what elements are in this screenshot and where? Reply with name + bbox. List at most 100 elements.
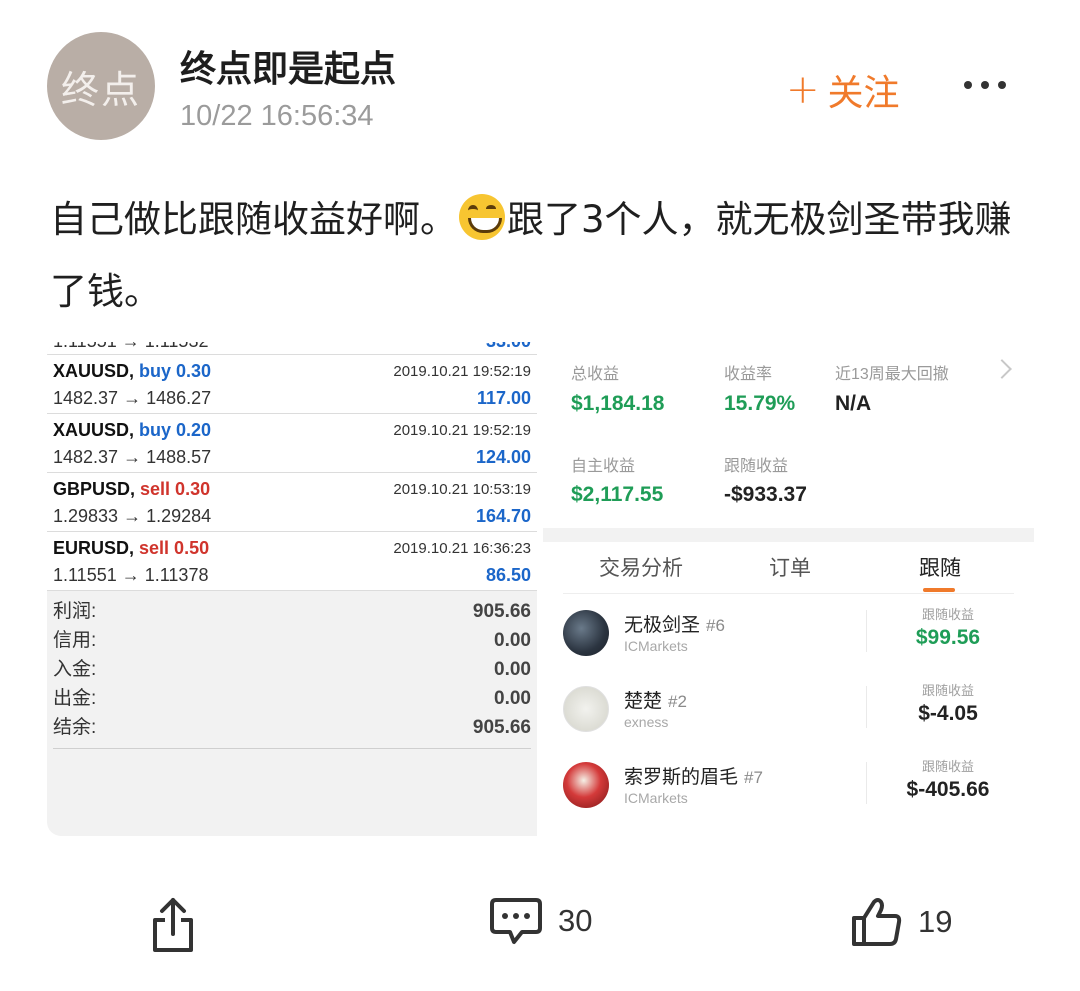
trader-name: 楚楚 <box>624 691 663 712</box>
tab-follow[interactable]: 跟随 <box>919 552 961 582</box>
trade-row: GBPUSD, sell 0.30 2019.10.21 10:53:19 1.… <box>47 473 537 532</box>
trade-time: 2019.10.21 19:52:19 <box>393 422 531 439</box>
trade-prices: 1.11551 → 1.11378 <box>53 565 209 585</box>
trade-row: XAUUSD, buy 0.30 2019.10.21 19:52:19 148… <box>47 355 537 414</box>
grinning-face-icon <box>459 194 505 240</box>
trade-prices: 1.29833 → 1.29284 <box>53 506 212 526</box>
share-button[interactable] <box>150 896 196 954</box>
plus-icon: + <box>786 67 820 113</box>
post-text: 自己做比跟随收益好啊。 跟了3个人，就无极剑圣带我赚了钱。 <box>50 184 1040 328</box>
summary-label: 出金: <box>53 688 97 709</box>
trade-row: EURUSD, sell 0.50 2019.10.21 16:36:23 1.… <box>47 532 537 591</box>
return-rate-value: 15.79% <box>724 392 796 415</box>
trader-profit-label: 跟随收益 <box>921 683 974 698</box>
username[interactable]: 终点即是起点 <box>180 40 396 92</box>
total-profit-value: $1,184.18 <box>571 392 665 415</box>
self-profit-label: 自主收益 <box>571 458 636 475</box>
trader-broker: ICMarkets <box>624 638 688 654</box>
follow-profit-label: 跟随收益 <box>724 458 789 475</box>
trade-history-image[interactable]: 1.11551 → 1.11532 33.00 XAUUSD, buy 0.30… <box>47 342 537 836</box>
post-timestamp: 10/22 16:56:34 <box>180 100 374 132</box>
divider <box>866 686 867 728</box>
max-drawdown-label: 近13周最大回撤 <box>835 366 949 383</box>
trade-list: 1.11551 → 1.11532 33.00 XAUUSD, buy 0.30… <box>47 342 537 591</box>
summary-value: 0.00 <box>494 688 531 709</box>
summary-value: 0.00 <box>494 659 531 680</box>
post-text-part1: 自己做比跟随收益好啊。 <box>50 198 457 241</box>
trade-profit: 164.70 <box>475 506 531 526</box>
divider <box>866 762 867 804</box>
summary-row: 信用: 0.00 <box>53 626 531 655</box>
follow-label: 关注 <box>827 73 900 114</box>
trader-name: 无极剑圣 <box>624 615 701 636</box>
trader-profit-label: 跟随收益 <box>921 759 974 774</box>
summary-label: 结余: <box>53 717 97 738</box>
more-options-icon[interactable] <box>964 70 1006 100</box>
trade-profit: 117.00 <box>476 388 531 408</box>
trade-prices: 1482.37 → 1486.27 <box>53 388 212 408</box>
trade-symbol: GBPUSD, <box>53 479 136 499</box>
trade-time: 2019.10.21 19:52:19 <box>393 363 531 380</box>
divider <box>866 610 867 652</box>
max-drawdown-value: N/A <box>835 392 872 415</box>
trader-profit-value: $-405.66 <box>906 778 990 801</box>
comment-button[interactable]: 30 <box>488 896 592 946</box>
summary-value: 0.00 <box>494 630 531 651</box>
summary-label: 入金: <box>53 659 97 680</box>
followed-trader-item[interactable]: 楚楚 #2 exness 跟随收益 $-4.05 <box>543 683 1034 762</box>
trade-profit: 33.00 <box>486 342 531 352</box>
comment-icon <box>490 898 542 944</box>
summary-label: 利润: <box>53 601 97 622</box>
followed-trader-item[interactable]: 索罗斯的眉毛 #7 ICMarkets 跟随收益 $-405.66 <box>543 759 1034 836</box>
trade-profit: 86.50 <box>485 565 531 585</box>
total-profit-label: 总收益 <box>571 366 620 383</box>
thumbs-up-icon <box>852 898 902 946</box>
trade-side: buy 0.20 <box>139 420 212 440</box>
trader-name: 索罗斯的眉毛 <box>624 767 739 788</box>
trader-rank: #7 <box>744 768 763 787</box>
trade-symbol: EURUSD, <box>53 538 135 558</box>
trader-avatar <box>563 610 609 656</box>
like-button[interactable]: 19 <box>850 896 952 948</box>
trade-prices: 1.11551 → 1.11532 <box>53 342 208 352</box>
trade-prices: 1482.37 → 1488.57 <box>53 447 212 467</box>
trader-avatar <box>563 686 609 732</box>
follow-stats-image[interactable]: 总收益 $1,184.18 收益率 15.79% 近13周最大回撤 N/A 自主… <box>543 342 1034 836</box>
summary-value: 905.66 <box>472 601 531 622</box>
trader-broker: exness <box>624 714 669 730</box>
trader-rank: #6 <box>706 616 725 635</box>
divider <box>53 748 531 749</box>
chevron-right-icon[interactable] <box>992 359 1012 379</box>
followed-trader-item[interactable]: 无极剑圣 #6 ICMarkets 跟随收益 $99.56 <box>543 607 1034 686</box>
follow-button[interactable]: + 关注 <box>786 64 900 116</box>
return-rate-label: 收益率 <box>724 366 773 383</box>
avatar[interactable]: 终点 <box>47 32 155 140</box>
trader-profit-label: 跟随收益 <box>921 607 974 622</box>
trader-avatar <box>563 762 609 808</box>
trade-symbol: XAUUSD, <box>53 361 135 381</box>
account-summary: 利润: 905.66 信用: 0.00 入金: 0.00 出金: 0.00 结余: 905… <box>47 591 537 749</box>
tab-orders[interactable]: 订单 <box>769 552 811 582</box>
trader-rank: #2 <box>668 692 687 711</box>
trader-profit-value: $-4.05 <box>918 702 978 725</box>
summary-value: 905.66 <box>472 717 531 738</box>
tab-underline <box>563 593 1014 594</box>
like-count: 19 <box>918 904 953 939</box>
active-tab-indicator <box>923 588 955 592</box>
trader-broker: ICMarkets <box>624 790 688 806</box>
summary-row: 利润: 905.66 <box>53 597 531 626</box>
trade-time: 2019.10.21 10:53:19 <box>393 481 531 498</box>
trade-symbol: XAUUSD, <box>53 420 135 440</box>
trade-side: sell 0.50 <box>139 538 210 558</box>
trade-side: sell 0.30 <box>140 479 211 499</box>
tab-trade-analysis[interactable]: 交易分析 <box>599 552 683 582</box>
follow-profit-value: -$933.37 <box>724 483 807 506</box>
trade-profit: 124.00 <box>475 447 531 467</box>
share-icon <box>153 898 193 952</box>
comment-count: 30 <box>558 903 593 938</box>
section-divider <box>543 528 1034 542</box>
summary-row: 入金: 0.00 <box>53 655 531 684</box>
trade-side: buy 0.30 <box>139 361 212 381</box>
summary-row: 出金: 0.00 <box>53 684 531 713</box>
summary-row: 结余: 905.66 <box>53 713 531 742</box>
